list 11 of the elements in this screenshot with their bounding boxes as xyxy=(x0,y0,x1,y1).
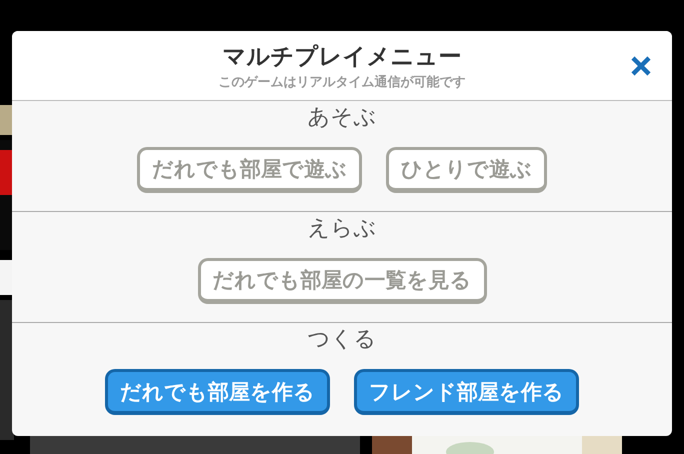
section-heading: あそぶ xyxy=(308,105,376,131)
menu-button[interactable]: ひとりで遊ぶ xyxy=(386,147,547,193)
dialog-subtitle: このゲームはリアルタイム通信が可能です xyxy=(218,74,466,92)
menu-button[interactable]: だれでも部屋で遊ぶ xyxy=(137,147,362,193)
menu-button[interactable]: だれでも部屋を作る xyxy=(105,369,330,415)
section-heading: えらぶ xyxy=(308,216,376,242)
close-icon[interactable] xyxy=(630,55,652,77)
menu-button[interactable]: フレンド部屋を作る xyxy=(354,369,579,415)
section-heading: つくる xyxy=(308,327,376,353)
menu-button[interactable]: だれでも部屋の一覧を見る xyxy=(198,258,486,304)
dialog-title: マルチプレイメニュー xyxy=(222,43,462,72)
